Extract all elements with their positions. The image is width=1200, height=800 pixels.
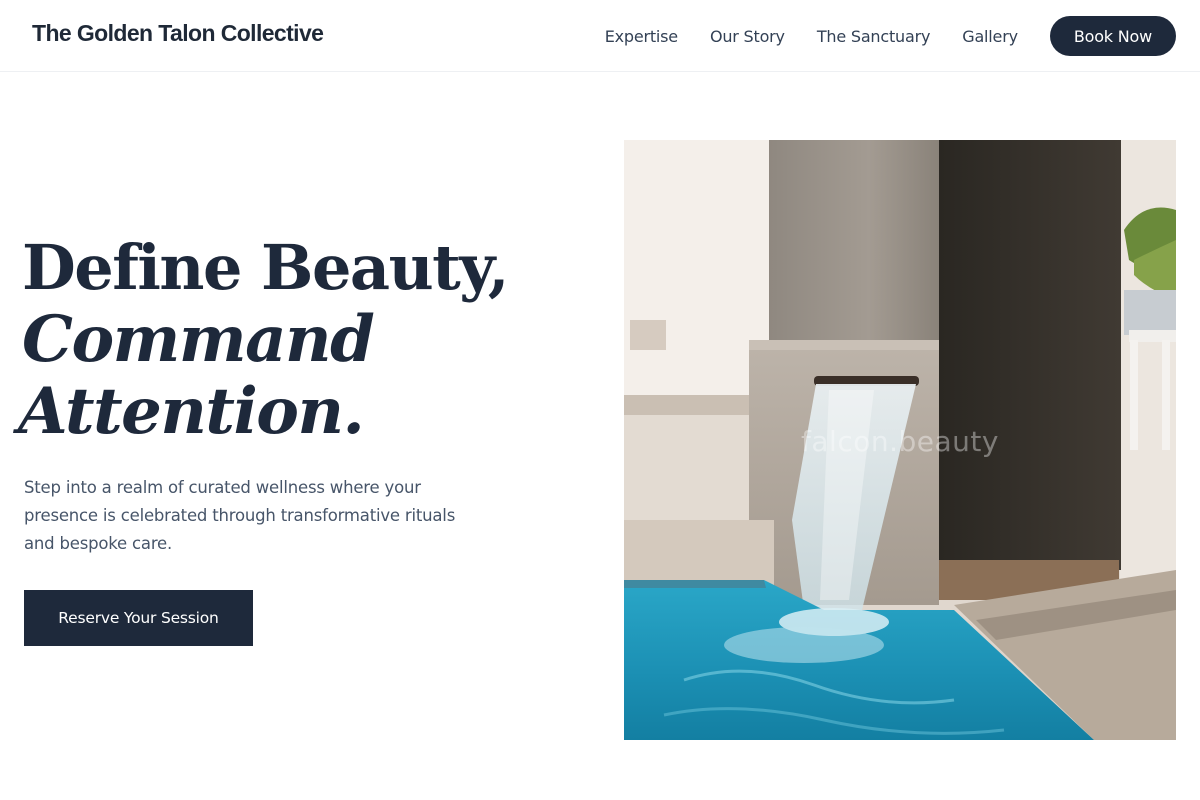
hero-description: Step into a realm of curated wellness wh… xyxy=(24,478,456,553)
hero-title: Define Beauty, Command Attention. xyxy=(18,231,582,448)
hero-title-line-2: Command xyxy=(22,302,375,377)
main-nav: Expertise Our Story The Sanctuary Galler… xyxy=(605,16,1176,56)
book-now-button[interactable]: Book Now xyxy=(1049,16,1176,56)
brand-logo[interactable]: The Golden Talon Collective xyxy=(32,20,324,47)
image-watermark: falcon.beauty xyxy=(801,425,999,458)
nav-link-the-sanctuary[interactable]: The Sanctuary xyxy=(817,27,931,46)
nav-link-gallery[interactable]: Gallery xyxy=(962,27,1018,46)
hero-title-line-1: Define Beauty, xyxy=(22,231,509,304)
nav-link-our-story[interactable]: Our Story xyxy=(710,27,785,46)
nav-link-expertise[interactable]: Expertise xyxy=(605,27,678,46)
reserve-session-button[interactable]: Reserve Your Session xyxy=(24,590,253,646)
hero-title-line-3: Attention. xyxy=(18,374,365,449)
hero-image-fountain: falcon.beauty xyxy=(624,140,1176,740)
site-header: The Golden Talon Collective Expertise Ou… xyxy=(0,0,1200,72)
